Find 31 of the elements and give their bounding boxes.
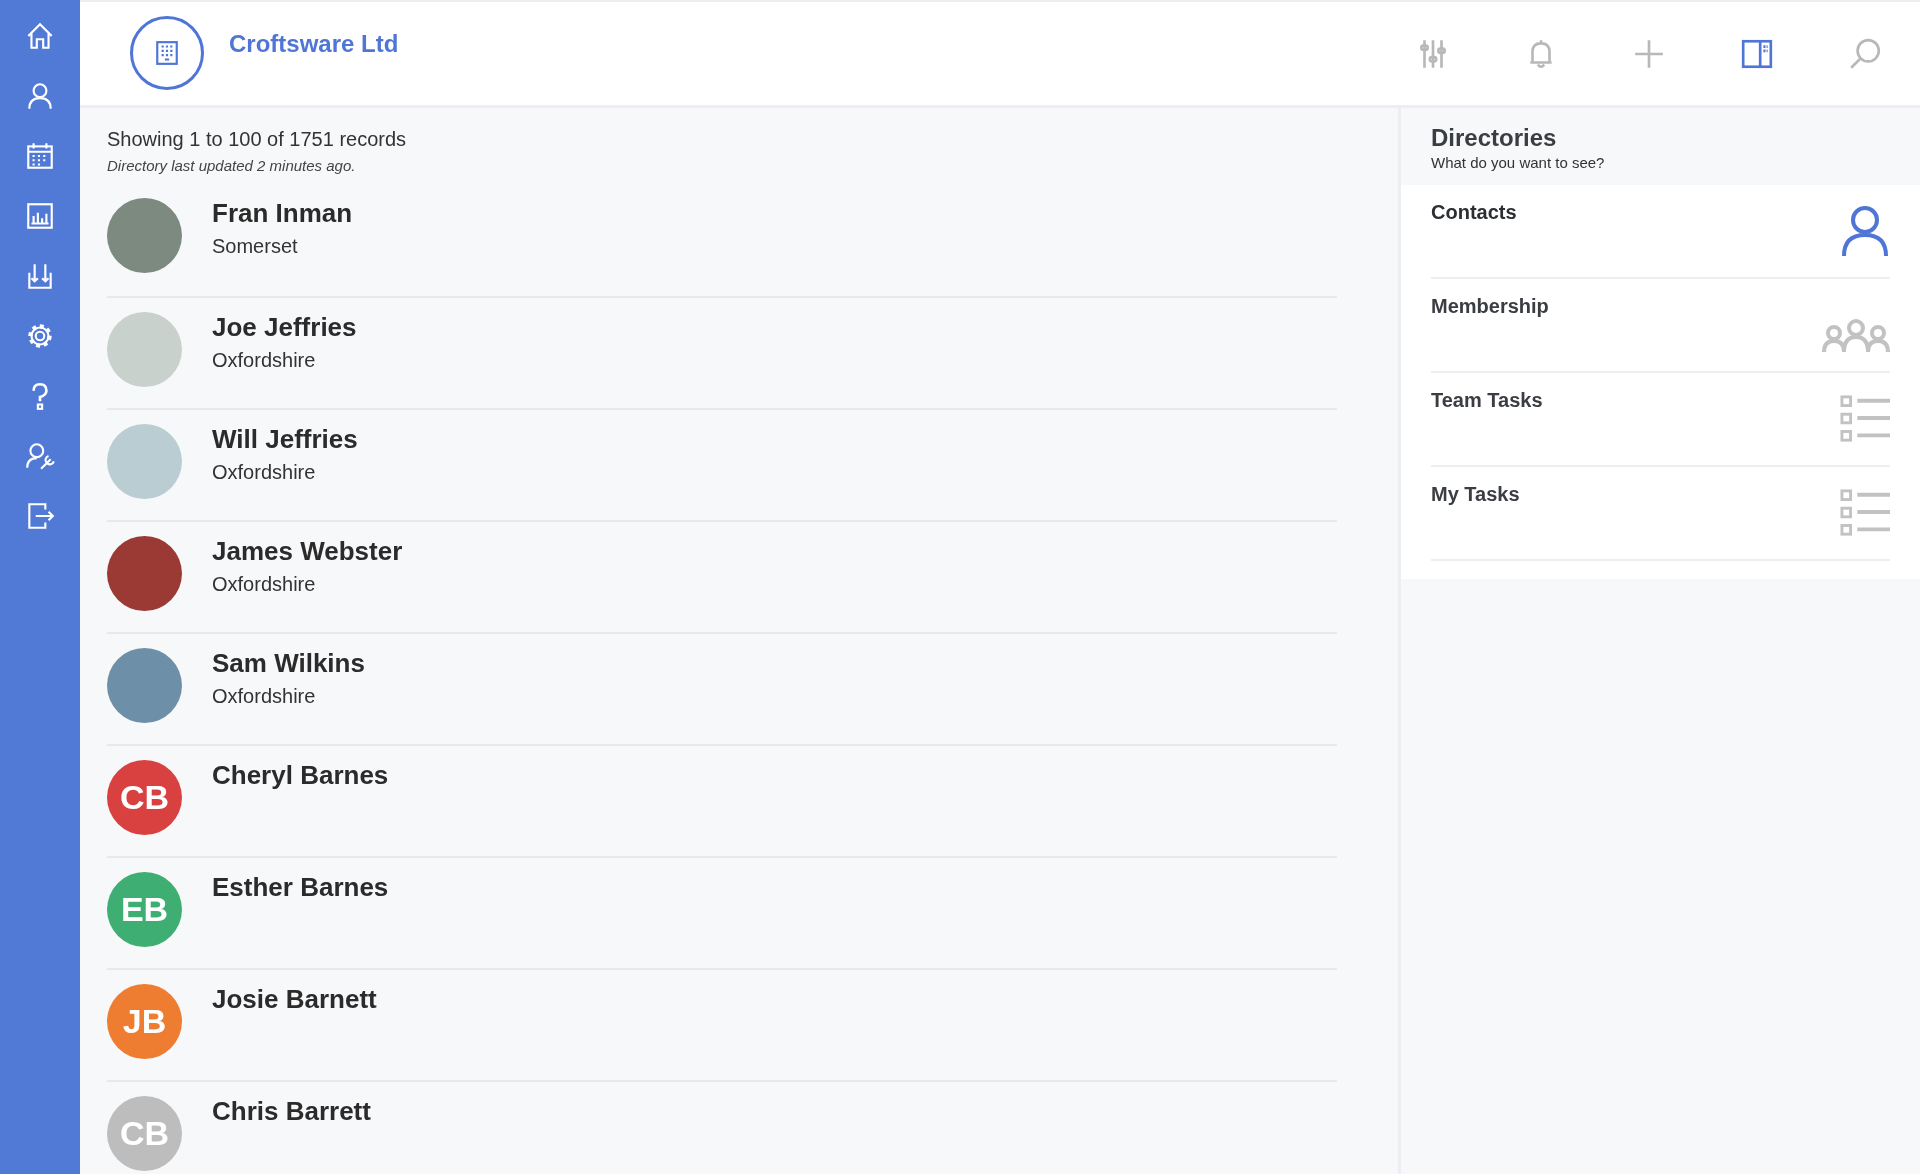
contact-name[interactable]: Fran Inman — [212, 198, 353, 229]
panel-title: Directories — [1431, 124, 1558, 152]
contact-name[interactable]: Cheryl Barnes — [212, 760, 389, 791]
user-wrench-icon[interactable] — [24, 440, 56, 472]
panel-subtitle: What do you want to see? — [1431, 154, 1606, 171]
directory-item[interactable]: My Tasks — [1431, 467, 1890, 561]
directory-item[interactable]: Team Tasks — [1431, 373, 1890, 467]
contact-name[interactable]: Sam Wilkins — [212, 648, 365, 679]
initials-avatar: JB — [107, 984, 182, 1059]
contact-region: Oxfordshire — [212, 461, 317, 484]
contact-name[interactable]: Joe Jeffries — [212, 312, 357, 343]
record-count: Showing 1 to 100 of 1751 records — [107, 128, 408, 151]
company-name[interactable]: Croftsware Ltd — [229, 30, 399, 58]
directory-item[interactable]: Membership — [1431, 279, 1890, 373]
directory-item[interactable]: Contacts — [1431, 185, 1890, 279]
contact-name[interactable]: James Webster — [212, 536, 403, 567]
calendar-icon[interactable] — [24, 140, 56, 172]
initials-avatar: CB — [107, 1096, 182, 1171]
contact-name[interactable]: Will Jeffries — [212, 424, 358, 455]
contact-name[interactable]: Josie Barnett — [212, 984, 377, 1015]
contact-name[interactable]: Esther Barnes — [212, 872, 389, 903]
contact-region: Oxfordshire — [212, 573, 317, 596]
last-updated-note: Directory last updated 2 minutes ago. — [107, 157, 357, 174]
initials-avatar: EB — [107, 872, 182, 947]
contact-name[interactable]: Chris Barrett — [212, 1096, 371, 1127]
chart-icon[interactable] — [24, 200, 56, 232]
contact-region: Somerset — [212, 235, 299, 258]
contact-region: Oxfordshire — [212, 349, 317, 372]
contact-region: Oxfordshire — [212, 685, 317, 708]
initials-avatar: CB — [107, 760, 182, 835]
building-icon — [154, 40, 180, 66]
